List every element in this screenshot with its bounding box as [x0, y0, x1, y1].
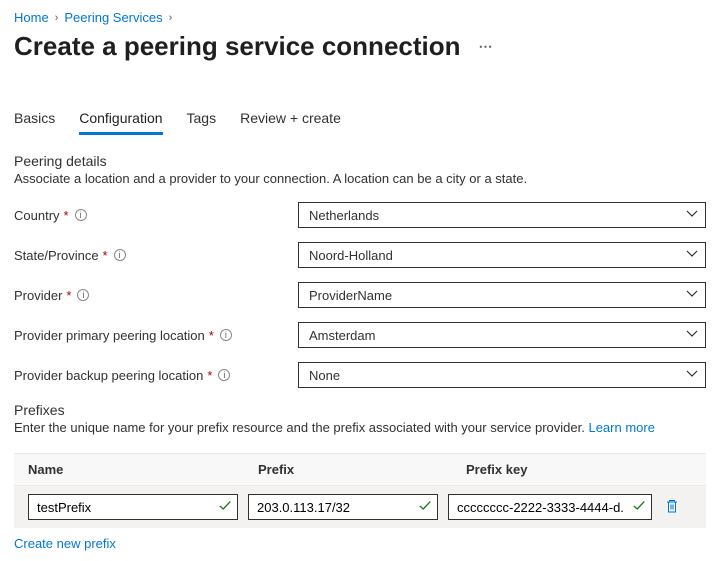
section-sub-prefixes: Enter the unique name for your prefix re…	[14, 420, 706, 435]
required-asterisk: *	[103, 248, 108, 263]
label-backup-location: Provider backup peering location * i	[14, 368, 298, 383]
delete-icon[interactable]	[664, 498, 680, 517]
info-icon[interactable]: i	[75, 209, 87, 221]
check-icon	[218, 499, 232, 516]
select-country-value[interactable]: Netherlands	[298, 202, 706, 228]
label-backup-text: Provider backup peering location	[14, 368, 203, 383]
label-country: Country * i	[14, 208, 298, 223]
label-state: State/Province * i	[14, 248, 298, 263]
select-primary-value[interactable]: Amsterdam	[298, 322, 706, 348]
label-provider-text: Provider	[14, 288, 62, 303]
required-asterisk: *	[64, 208, 69, 223]
tab-tags[interactable]: Tags	[187, 104, 217, 135]
label-country-text: Country	[14, 208, 60, 223]
select-backup-value[interactable]: None	[298, 362, 706, 388]
select-primary-location[interactable]: Amsterdam	[298, 322, 706, 348]
create-new-prefix-link[interactable]: Create new prefix	[14, 536, 116, 551]
select-country[interactable]: Netherlands	[298, 202, 706, 228]
required-asterisk: *	[209, 328, 214, 343]
select-state-value[interactable]: Noord-Holland	[298, 242, 706, 268]
select-backup-location[interactable]: None	[298, 362, 706, 388]
prefix-table-row	[14, 486, 706, 528]
prefixes-sub-text: Enter the unique name for your prefix re…	[14, 420, 588, 435]
section-sub-peering-details: Associate a location and a provider to y…	[14, 171, 706, 186]
label-provider: Provider * i	[14, 288, 298, 303]
info-icon[interactable]: i	[220, 329, 232, 341]
tab-basics[interactable]: Basics	[14, 104, 55, 135]
page-title: Create a peering service connection ⋯	[14, 31, 706, 62]
input-prefix-value[interactable]	[248, 494, 438, 520]
input-prefix-name[interactable]	[28, 494, 238, 520]
cell-name	[28, 494, 238, 520]
row-provider: Provider * i ProviderName	[14, 282, 706, 308]
row-primary-location: Provider primary peering location * i Am…	[14, 322, 706, 348]
breadcrumb-peering-services[interactable]: Peering Services	[64, 10, 162, 25]
tab-review[interactable]: Review + create	[240, 104, 341, 135]
cell-key	[448, 494, 652, 520]
chevron-right-icon: ›	[169, 12, 173, 24]
col-header-prefix: Prefix	[258, 462, 466, 477]
required-asterisk: *	[66, 288, 71, 303]
chevron-right-icon: ›	[55, 12, 59, 24]
more-icon[interactable]: ⋯	[473, 38, 495, 55]
row-country: Country * i Netherlands	[14, 202, 706, 228]
section-heading-peering-details: Peering details	[14, 153, 706, 169]
select-provider-value[interactable]: ProviderName	[298, 282, 706, 308]
col-header-key: Prefix key	[466, 462, 692, 477]
info-icon[interactable]: i	[114, 249, 126, 261]
tab-configuration[interactable]: Configuration	[79, 104, 162, 135]
row-backup-location: Provider backup peering location * i Non…	[14, 362, 706, 388]
learn-more-link[interactable]: Learn more	[588, 420, 654, 435]
label-state-text: State/Province	[14, 248, 99, 263]
select-provider[interactable]: ProviderName	[298, 282, 706, 308]
row-state: State/Province * i Noord-Holland	[14, 242, 706, 268]
prefix-table-header: Name Prefix Prefix key	[14, 453, 706, 486]
info-icon[interactable]: i	[218, 369, 230, 381]
breadcrumb-home[interactable]: Home	[14, 10, 49, 25]
input-prefix-key[interactable]	[448, 494, 652, 520]
page-title-text: Create a peering service connection	[14, 31, 461, 62]
check-icon	[418, 499, 432, 516]
cell-prefix	[248, 494, 438, 520]
check-icon	[632, 499, 646, 516]
breadcrumb: Home › Peering Services ›	[14, 10, 706, 25]
select-state[interactable]: Noord-Holland	[298, 242, 706, 268]
label-primary-location: Provider primary peering location * i	[14, 328, 298, 343]
label-primary-text: Provider primary peering location	[14, 328, 205, 343]
required-asterisk: *	[207, 368, 212, 383]
info-icon[interactable]: i	[77, 289, 89, 301]
section-heading-prefixes: Prefixes	[14, 402, 706, 418]
tabs: Basics Configuration Tags Review + creat…	[14, 104, 706, 135]
col-header-name: Name	[28, 462, 258, 477]
